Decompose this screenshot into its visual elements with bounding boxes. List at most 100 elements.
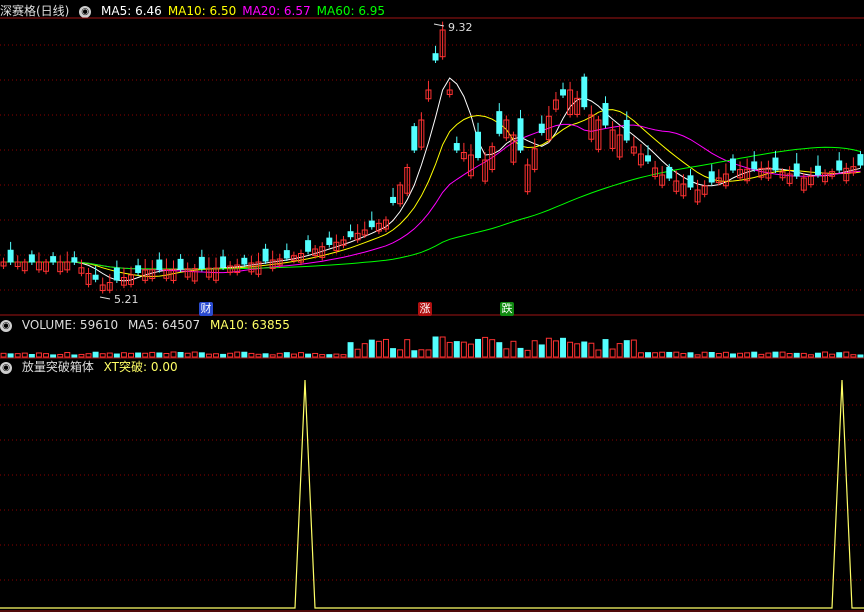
volume-bar xyxy=(135,352,142,358)
volume-bar xyxy=(404,339,411,358)
candle-body xyxy=(581,76,588,108)
volume-bar xyxy=(666,351,673,358)
volume-bar xyxy=(128,352,134,358)
candle-body xyxy=(623,119,630,141)
volume-bar xyxy=(120,352,127,358)
ma-line-20 xyxy=(3,123,861,274)
volume-bar xyxy=(57,353,64,358)
volume-bar xyxy=(113,353,120,358)
volume-bar xyxy=(857,354,864,358)
volume-bar xyxy=(460,341,467,358)
candle-body xyxy=(156,259,163,271)
volume-bar xyxy=(0,352,7,358)
volume-bar xyxy=(333,353,340,358)
volume-bar xyxy=(99,353,106,358)
volume-bar xyxy=(446,341,453,358)
volume-bar xyxy=(170,351,177,358)
volume-bar xyxy=(772,351,779,358)
chart-canvas[interactable]: 9.32 5.21 xyxy=(0,0,864,612)
candle-body xyxy=(113,267,120,281)
candle-body xyxy=(390,196,397,203)
volume-bar xyxy=(765,352,772,358)
moving-averages xyxy=(3,77,861,282)
volume-bar xyxy=(850,354,857,358)
volume-bar xyxy=(722,351,729,358)
volume-bar xyxy=(552,340,559,358)
volume-bar xyxy=(361,343,368,358)
volume-bar xyxy=(35,352,42,358)
candle-body xyxy=(326,237,333,246)
volume-bar xyxy=(482,336,489,358)
high-price-label: 9.32 xyxy=(448,21,473,34)
volume-bar xyxy=(637,352,644,358)
volume-bar xyxy=(213,353,219,358)
volume-bar xyxy=(602,339,609,358)
volume-bar xyxy=(715,353,722,358)
candle-body xyxy=(475,131,482,159)
volume-bar xyxy=(85,353,92,358)
candle-body xyxy=(602,103,609,126)
volume-bar xyxy=(418,349,425,358)
volume-bar xyxy=(659,351,666,358)
volume-bar xyxy=(354,348,361,358)
volume-bar xyxy=(517,347,524,358)
volume-bar xyxy=(814,352,821,358)
volume-bar xyxy=(319,354,326,358)
badge-zhang[interactable]: 涨 xyxy=(418,302,432,316)
candle-body xyxy=(50,256,57,263)
candle-body xyxy=(305,240,312,252)
volume-bar xyxy=(701,351,708,358)
candle-body xyxy=(262,248,269,262)
candle-body xyxy=(241,257,248,265)
volume-bar xyxy=(836,352,843,358)
volume-bar xyxy=(623,340,630,358)
volume-bar xyxy=(106,352,113,358)
volume-bar xyxy=(510,340,517,358)
candle-body xyxy=(538,123,545,134)
volume-bar xyxy=(822,351,829,358)
candle-body xyxy=(177,258,184,270)
volume-bar xyxy=(184,352,191,358)
volume-bar xyxy=(538,344,545,358)
candle-body xyxy=(92,274,99,280)
volume-bar xyxy=(255,353,262,358)
candle-body xyxy=(708,171,715,183)
volume-bar xyxy=(786,352,793,358)
volume-bar xyxy=(807,354,814,358)
candle-body xyxy=(7,249,14,263)
volume-bar xyxy=(248,352,255,358)
candle-body xyxy=(71,257,78,263)
candle-body xyxy=(560,89,566,96)
volume-bars xyxy=(0,336,864,358)
volume-bar xyxy=(340,354,347,358)
candle-body xyxy=(432,53,439,61)
candle-body xyxy=(645,155,651,162)
volume-bar xyxy=(305,353,312,358)
candle-body xyxy=(857,154,864,166)
badge-cai[interactable]: 财 xyxy=(199,302,213,316)
volume-bar xyxy=(793,352,800,358)
volume-bar xyxy=(92,351,99,358)
volume-bar xyxy=(390,348,397,358)
volume-bar xyxy=(560,337,566,358)
volume-bar xyxy=(439,336,446,358)
volume-bar xyxy=(680,352,687,358)
candle-body xyxy=(347,231,354,238)
volume-bar xyxy=(262,353,269,358)
xt-breakout-line xyxy=(0,379,864,609)
volume-bar xyxy=(43,353,50,358)
volume-bar xyxy=(708,351,715,358)
volume-bar xyxy=(829,353,836,358)
candle-body xyxy=(751,161,758,170)
low-price-label: 5.21 xyxy=(114,293,139,306)
volume-bar xyxy=(163,352,170,358)
badge-die[interactable]: 跌 xyxy=(500,302,514,316)
candle-body xyxy=(220,256,227,268)
volume-bar xyxy=(524,349,531,358)
low-marker xyxy=(99,296,111,300)
volume-bar xyxy=(382,338,389,358)
volume-bar xyxy=(269,354,276,358)
volume-bar xyxy=(298,352,304,358)
volume-bar xyxy=(326,354,333,358)
indicator-lines xyxy=(0,379,864,609)
